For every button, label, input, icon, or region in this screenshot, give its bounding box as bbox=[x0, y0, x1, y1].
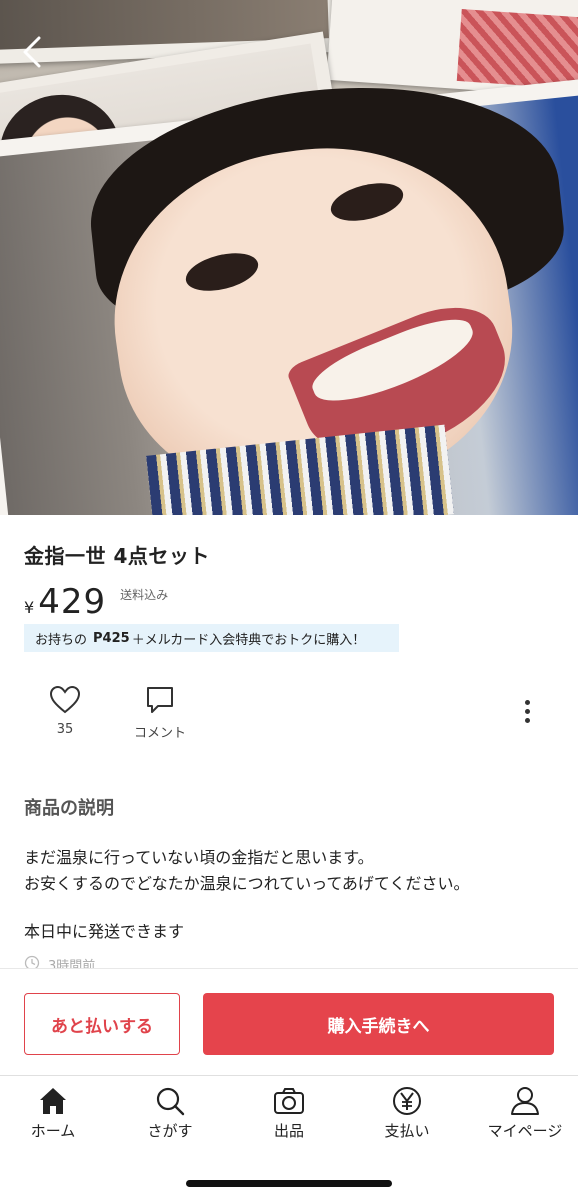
product-photo[interactable] bbox=[0, 0, 578, 515]
comment-label: コメント bbox=[133, 726, 186, 741]
search-icon bbox=[156, 1087, 185, 1116]
pay-later-button[interactable]: あと払いする bbox=[24, 993, 180, 1055]
promo-points: P425 bbox=[93, 630, 130, 646]
chevron-left-icon bbox=[23, 36, 41, 68]
item-price: 429 bbox=[38, 582, 107, 622]
tab-label: マイページ bbox=[487, 1122, 563, 1140]
tab-label: ホーム bbox=[30, 1122, 76, 1140]
tab-pay[interactable]: 支払い bbox=[357, 1085, 457, 1141]
purchase-bar: あと払いする 購入手続きへ bbox=[0, 968, 578, 1076]
person-icon bbox=[511, 1087, 539, 1115]
comment-icon bbox=[147, 687, 173, 713]
description-line: まだ温泉に行っていない頃の金指だと思います。 bbox=[24, 848, 374, 867]
tab-home[interactable]: ホーム bbox=[3, 1085, 103, 1141]
back-button[interactable] bbox=[14, 34, 50, 70]
buy-button[interactable]: 購入手続きへ bbox=[203, 993, 554, 1055]
shipping-note: 送料込み bbox=[120, 588, 169, 602]
description-heading: 商品の説明 bbox=[24, 798, 114, 819]
promo-banner[interactable]: お持ちの P425 ＋メルカード入会特典でおトクに購入！ bbox=[24, 624, 399, 652]
camera-icon bbox=[274, 1088, 304, 1114]
more-dot-icon bbox=[524, 708, 530, 714]
tab-search[interactable]: さがす bbox=[120, 1085, 220, 1141]
description-line: お安くするのでどなたか温泉につれていってあげてください。 bbox=[24, 874, 470, 893]
yen-icon bbox=[393, 1087, 421, 1115]
description-line: 本日中に発送できます bbox=[24, 922, 185, 941]
tab-sell[interactable]: 出品 bbox=[239, 1085, 339, 1141]
price-row: ¥ 429 送料込み bbox=[24, 582, 168, 622]
posted-time-label: 3時間前 bbox=[48, 959, 96, 969]
like-button[interactable]: 35 bbox=[40, 684, 90, 737]
currency-symbol: ¥ bbox=[24, 598, 35, 617]
tab-mypage[interactable]: マイページ bbox=[475, 1085, 575, 1141]
home-indicator[interactable] bbox=[186, 1180, 392, 1187]
tab-label: さがす bbox=[147, 1122, 193, 1140]
posted-time: 3時間前 bbox=[24, 955, 95, 969]
like-count: 35 bbox=[56, 722, 74, 737]
more-dot-icon bbox=[524, 717, 530, 723]
home-icon bbox=[40, 1088, 66, 1114]
clock-icon bbox=[24, 955, 40, 969]
heart-icon bbox=[49, 685, 81, 714]
promo-suffix: ＋メルカード入会特典でおトクに購入！ bbox=[131, 632, 366, 648]
item-description: まだ温泉に行っていない頃の金指だと思います。 お安くするのでどなたか温泉につれて… bbox=[24, 845, 469, 945]
tab-label: 支払い bbox=[384, 1122, 430, 1140]
tab-label: 出品 bbox=[273, 1122, 304, 1140]
comment-button[interactable]: コメント bbox=[128, 684, 192, 741]
more-options-button[interactable] bbox=[514, 697, 540, 725]
item-title: 金指一世 4点セット bbox=[24, 544, 210, 568]
promo-prefix: お持ちの bbox=[35, 632, 88, 648]
more-dot-icon bbox=[524, 699, 530, 705]
